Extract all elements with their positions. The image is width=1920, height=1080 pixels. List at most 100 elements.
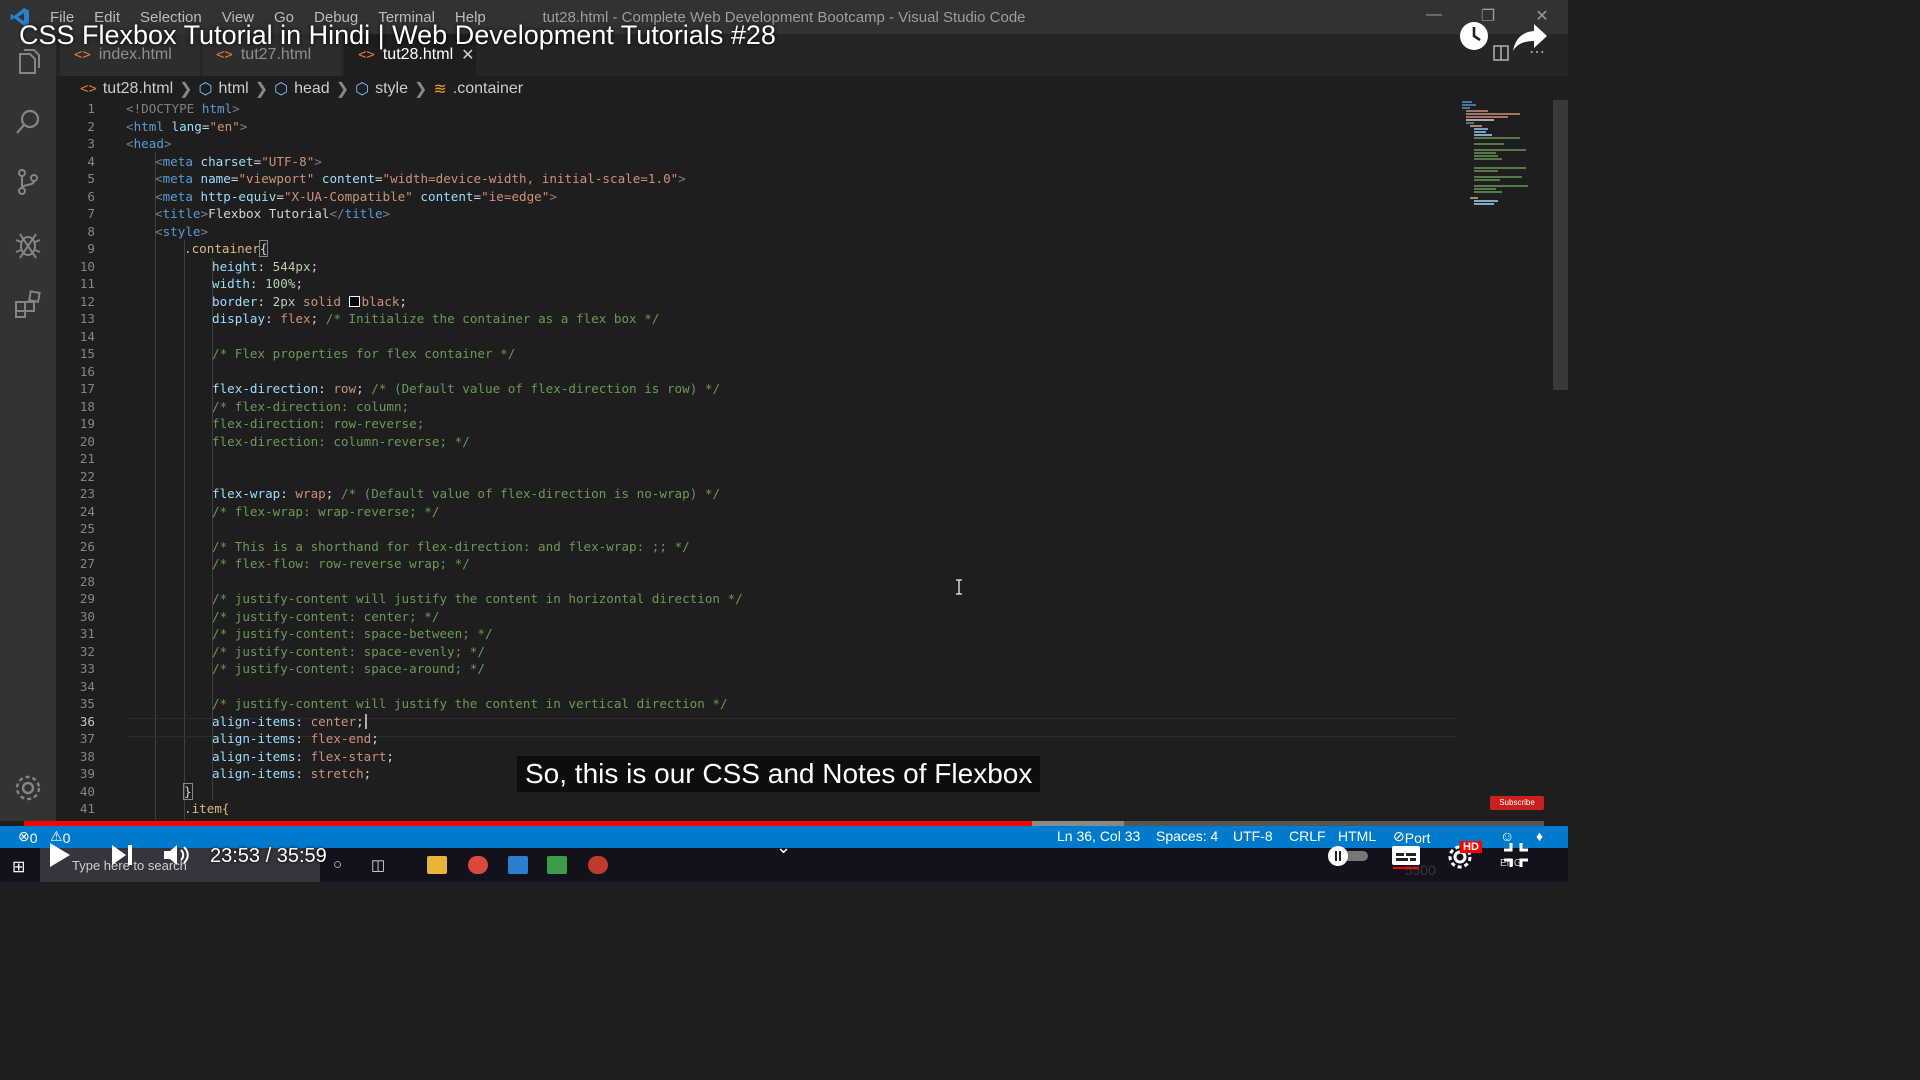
chevron-right-icon: ❯ — [413, 81, 428, 98]
share-arrow-icon[interactable] — [1512, 22, 1548, 52]
code-line: 34 — [56, 678, 95, 696]
line-number: 10 — [79, 258, 95, 274]
breadcrumb-style[interactable]: style — [375, 80, 408, 98]
line-number: 23 — [79, 486, 95, 501]
vertical-scrollbar[interactable] — [1553, 100, 1568, 390]
breadcrumb-container[interactable]: .container — [453, 80, 523, 98]
subtitles-icon[interactable] — [1391, 845, 1421, 869]
play-icon[interactable] — [48, 841, 72, 869]
breadcrumb-head[interactable]: head — [294, 80, 330, 98]
code-line: 41 .item{ — [56, 800, 230, 818]
code-line: 12 border: 2px solid black; — [56, 293, 407, 311]
line-number: 16 — [79, 363, 95, 379]
watch-later-clock-icon[interactable] — [1458, 20, 1490, 52]
code-line: 14 — [56, 328, 95, 346]
line-number: 30 — [79, 608, 95, 624]
line-number: 13 — [79, 311, 95, 326]
code-line: 17 flex-direction: row; /* (Default value… — [56, 380, 720, 398]
subscribe-watermark[interactable]: Subscribe — [1490, 796, 1544, 810]
search-icon[interactable] — [12, 106, 44, 138]
code-line: 8 <style> — [56, 223, 208, 241]
html-file-icon: <> — [80, 81, 97, 97]
chevron-down-icon[interactable]: ⌄ — [776, 837, 791, 858]
code-line: 31/* justify-content: space-between; */ — [56, 625, 493, 643]
line-number: 34 — [79, 678, 95, 694]
line-number: 15 — [79, 346, 95, 361]
video-progress-bar[interactable] — [24, 821, 1544, 826]
code-line: 11 width: 100%; — [56, 275, 303, 293]
line-number: 7 — [87, 206, 95, 221]
breadcrumb-file[interactable]: tut28.html — [103, 80, 173, 98]
extensions-icon[interactable] — [12, 288, 44, 320]
line-number: 36 — [79, 713, 95, 729]
source-control-icon[interactable] — [12, 166, 44, 198]
code-line: 22 — [56, 468, 95, 486]
line-number: 22 — [79, 468, 95, 484]
line-number: 6 — [87, 188, 95, 204]
text-cursor — [364, 713, 367, 729]
hd-quality-badge: HD — [1460, 841, 1482, 853]
line-number: 11 — [79, 276, 95, 291]
code-line: 1 <!DOCTYPE html> — [56, 100, 239, 118]
cube-icon: ⬡ — [198, 81, 213, 98]
line-number: 18 — [79, 398, 95, 414]
code-editor[interactable]: 1 <!DOCTYPE html> 2 <html lang="en"> 3 <hea… — [56, 100, 1456, 820]
code-line: 4 <meta charset="UTF-8"> — [56, 153, 321, 171]
line-number: 26 — [79, 538, 95, 554]
video-time: 23:53 / 35:59 — [210, 845, 327, 867]
code-line: 10 height: 544px; — [56, 258, 318, 276]
code-line: 15/* Flex properties for flex container … — [56, 345, 515, 363]
code-line: 24/* flex-wrap: wrap-reverse; */ — [56, 503, 440, 521]
code-line: 39 align-items: stretch; — [56, 765, 371, 783]
code-line: 6 <meta http-equiv="X-UA-Compatible" cont… — [56, 188, 557, 206]
cube-icon: ⬡ — [355, 81, 370, 98]
line-number: 2 — [87, 118, 95, 134]
line-number: 28 — [79, 573, 95, 589]
line-number: 21 — [79, 451, 95, 466]
exit-fullscreen-icon[interactable] — [1502, 841, 1530, 869]
debug-icon[interactable] — [12, 228, 44, 260]
code-line: 38 align-items: flex-start; — [56, 748, 394, 766]
video-title[interactable]: CSS Flexbox Tutorial in Hindi | Web Deve… — [19, 20, 776, 51]
code-line: 29/* justify-content will justify the co… — [56, 590, 743, 608]
line-number: 19 — [79, 416, 95, 431]
line-number: 35 — [79, 696, 95, 711]
line-number: 8 — [87, 223, 95, 239]
line-number: 25 — [79, 521, 95, 536]
line-number: 33 — [79, 661, 95, 676]
cube-icon: ⬡ — [274, 81, 289, 98]
code-line: 28 — [56, 573, 95, 591]
code-line: 23 flex-wrap: wrap; /* (Default value of … — [56, 485, 720, 503]
video-controls: 23:53 / 35:59 ⌄ HD — [0, 835, 1568, 882]
code-line: 30/* justify-content: center; */ — [56, 608, 440, 626]
code-line: 35/* justify-content will justify the co… — [56, 695, 728, 713]
code-line: 32/* justify-content: space-evenly; */ — [56, 643, 485, 661]
line-number: 29 — [79, 591, 95, 606]
breadcrumb-html[interactable]: html — [219, 80, 249, 98]
code-line: 37 align-items: flex-end; — [56, 730, 379, 748]
code-line: 26/* This is a shorthand for flex-direct… — [56, 538, 690, 556]
volume-icon[interactable] — [162, 841, 190, 869]
line-number: 12 — [79, 293, 95, 309]
chevron-right-icon: ❯ — [254, 81, 269, 98]
minimize-button[interactable]: — — [1422, 6, 1446, 28]
minimap[interactable] — [1458, 100, 1554, 210]
line-number: 40 — [79, 783, 95, 799]
code-line: 33/* justify-content: space-around; */ — [56, 660, 485, 678]
autoplay-toggle[interactable] — [1326, 845, 1372, 867]
code-line: 13 display: flex; /* Initialize the conta… — [56, 310, 660, 328]
split-editor-icon[interactable] — [1492, 44, 1510, 62]
code-line: 3 <head> — [56, 135, 171, 153]
color-swatch[interactable] — [348, 295, 360, 307]
code-line: 18/* flex-direction: column; — [56, 398, 409, 416]
line-number: 24 — [79, 503, 95, 519]
line-number: 1 — [87, 101, 95, 116]
breadcrumb: <> tut28.html ❯ ⬡ html ❯ ⬡ head ❯ ⬡ styl… — [80, 78, 523, 100]
settings-gear-icon[interactable] — [12, 772, 44, 804]
next-video-icon[interactable] — [110, 843, 134, 867]
line-number: 32 — [79, 643, 95, 659]
line-number: 14 — [79, 328, 95, 344]
code-line: 21 — [56, 450, 95, 468]
code-line: 19 flex-direction: row-reverse; — [56, 415, 424, 433]
code-line: 20 flex-direction: column-reverse; */ — [56, 433, 470, 451]
